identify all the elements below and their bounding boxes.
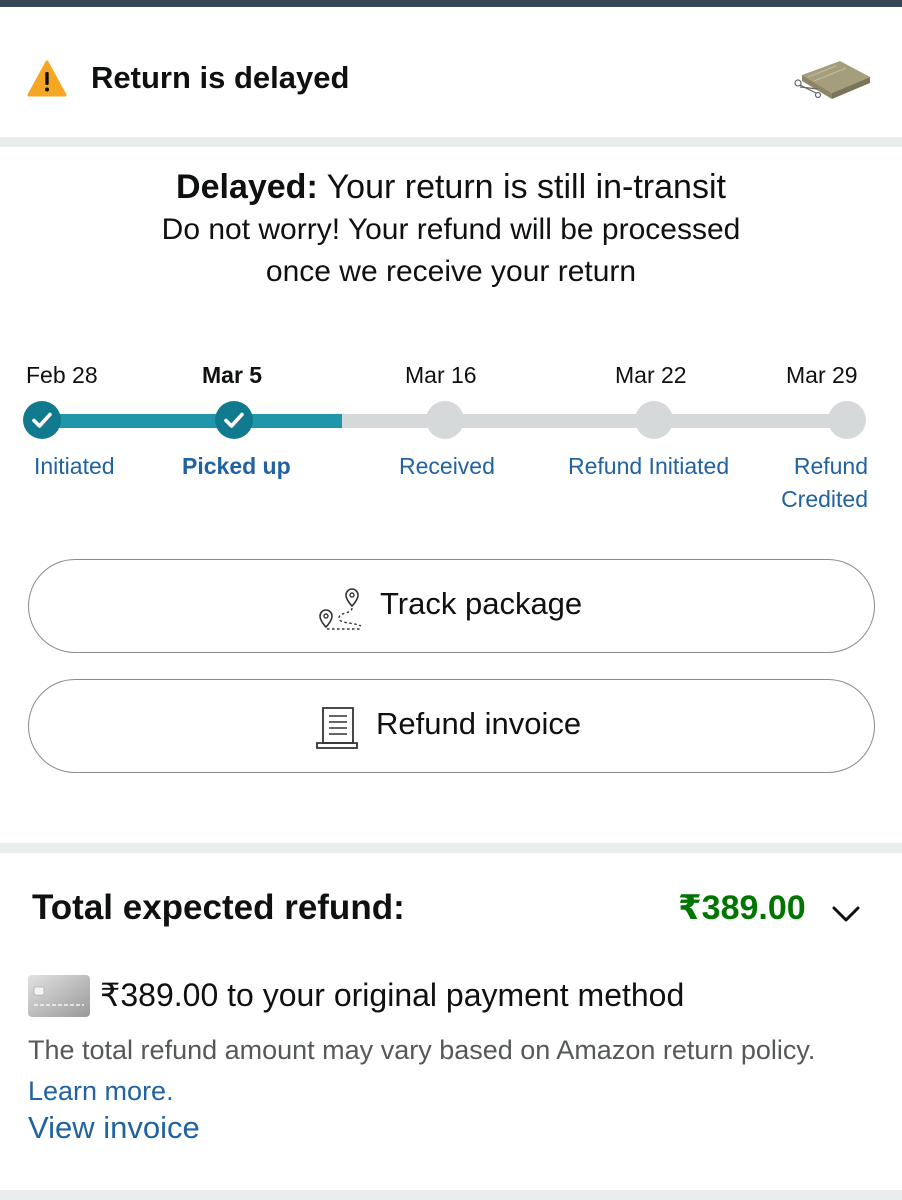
timeline-date: Mar 22	[615, 362, 687, 388]
timeline-label: Picked up	[182, 453, 291, 479]
timeline-remaining-bar	[342, 414, 850, 428]
page-title: Return is delayed	[91, 60, 350, 95]
refund-title: Total expected refund:	[32, 888, 405, 927]
learn-more-link[interactable]: Learn more.	[28, 1076, 174, 1106]
timeline-label: Received	[399, 453, 495, 479]
check-icon	[224, 412, 244, 428]
track-package-button[interactable]: Track package	[28, 559, 875, 653]
timeline-node-pending	[828, 401, 866, 439]
timeline-node-completed	[215, 401, 253, 439]
chevron-down-icon[interactable]	[830, 898, 862, 930]
credit-card-icon	[28, 975, 90, 1017]
timeline-date: Feb 28	[26, 362, 98, 388]
section-divider	[0, 1190, 902, 1200]
section-divider	[0, 843, 902, 853]
status-message-line: once we receive your return	[265, 255, 637, 288]
timeline-date: Mar 5	[202, 362, 263, 388]
route-map-icon	[319, 588, 362, 630]
timeline-date: Mar 16	[405, 362, 477, 388]
warning-icon	[27, 60, 67, 97]
track-package-label: Track package	[380, 586, 583, 621]
section-divider	[0, 137, 902, 147]
view-invoice-link[interactable]: View invoice	[28, 1110, 200, 1146]
status-message-line: Do not worry! Your refund will be proces…	[161, 213, 741, 246]
check-icon	[32, 412, 52, 428]
delay-status-message: Delayed: Your return is still in-transit…	[0, 165, 902, 293]
refund-policy-text: The total refund amount may vary based o…	[28, 1035, 816, 1106]
timeline-node-pending	[635, 401, 673, 439]
refund-amount[interactable]: ₹389.00	[678, 888, 806, 928]
product-thumbnail[interactable]	[788, 53, 872, 109]
refund-invoice-label: Refund invoice	[376, 706, 582, 741]
refund-method-text: ₹389.00 to your original payment method	[100, 977, 685, 1013]
invoice-icon	[316, 707, 358, 749]
status-heading: Delayed: Your return is still in-transit	[176, 168, 726, 206]
top-status-bar	[0, 0, 902, 7]
timeline-node-completed	[23, 401, 61, 439]
refund-invoice-button[interactable]: Refund invoice	[28, 679, 875, 773]
return-header: Return is delayed	[0, 7, 902, 137]
timeline-progress-bar	[40, 414, 342, 428]
timeline-label: Initiated	[34, 453, 115, 479]
timeline-date: Mar 29	[786, 362, 858, 388]
timeline-label: Refund Credited	[781, 453, 868, 512]
timeline-node-pending	[426, 401, 464, 439]
timeline-label: Refund Initiated	[568, 453, 730, 479]
